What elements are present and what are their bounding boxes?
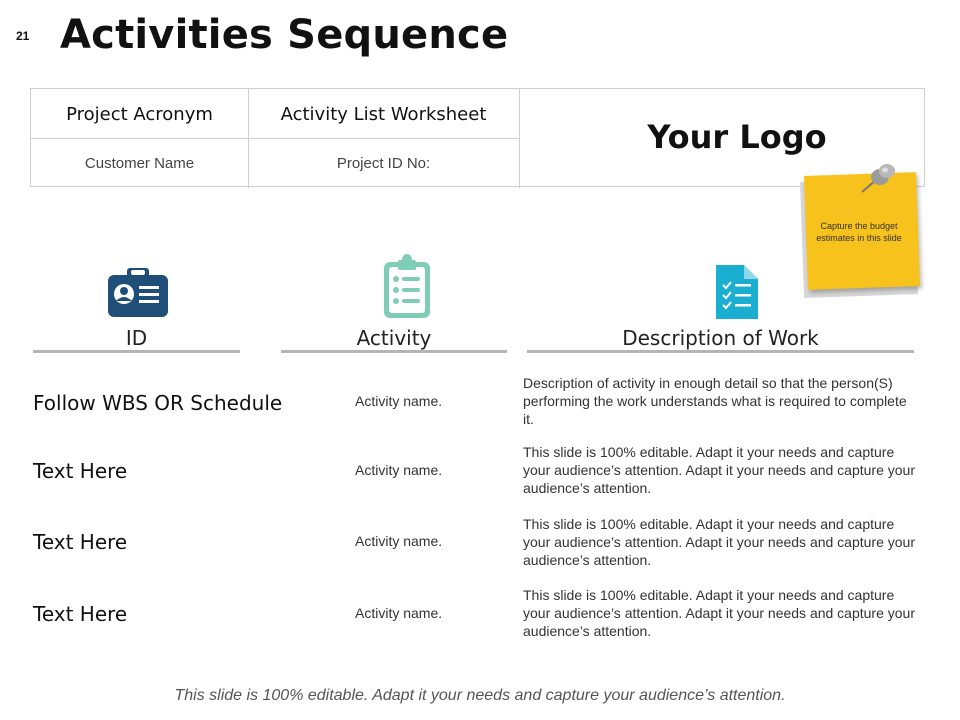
pushpin-icon bbox=[861, 164, 895, 193]
row-activity: Activity name. bbox=[355, 462, 443, 478]
column-underline bbox=[281, 350, 507, 353]
row-id: Text Here bbox=[33, 459, 128, 483]
project-acronym-cell: Project Acronym bbox=[66, 103, 213, 125]
row-id: Follow WBS OR Schedule bbox=[33, 391, 283, 415]
column-header-description: Description of Work bbox=[622, 326, 819, 350]
sticky-note-text: Capture the budget estimates in this sli… bbox=[816, 221, 902, 243]
row-description: This slide is 100% editable. Adapt it yo… bbox=[523, 516, 916, 568]
table-divider bbox=[519, 89, 520, 188]
project-header-table: Project Acronym Activity List Worksheet … bbox=[30, 88, 925, 188]
column-underline bbox=[33, 350, 240, 353]
column-underline bbox=[527, 350, 914, 353]
row-activity: Activity name. bbox=[355, 533, 443, 549]
project-id-cell: Project ID No: bbox=[336, 155, 431, 172]
row-activity: Activity name. bbox=[355, 393, 443, 409]
column-header-activity: Activity bbox=[356, 326, 432, 350]
row-description: This slide is 100% editable. Adapt it yo… bbox=[523, 587, 916, 639]
clipboard-list-icon bbox=[384, 254, 430, 318]
document-checklist-icon bbox=[716, 265, 758, 319]
row-id: Text Here bbox=[33, 530, 128, 554]
row-description: Description of activity in enough detail… bbox=[523, 375, 907, 427]
customer-name-cell: Customer Name bbox=[84, 155, 195, 172]
row-id: Text Here bbox=[33, 602, 128, 626]
id-badge-icon bbox=[108, 268, 168, 317]
activity-list-worksheet-cell: Activity List Worksheet bbox=[280, 103, 487, 125]
row-description: This slide is 100% editable. Adapt it yo… bbox=[523, 444, 916, 496]
row-activity: Activity name. bbox=[355, 605, 443, 621]
footer-note: This slide is 100% editable. Adapt it yo… bbox=[174, 687, 786, 704]
sticky-note: Capture the budget estimates in this sli… bbox=[798, 160, 928, 300]
column-header-id: ID bbox=[125, 326, 148, 350]
slide-number: 21 bbox=[16, 29, 30, 43]
page-title: Activities Sequence bbox=[60, 12, 509, 58]
